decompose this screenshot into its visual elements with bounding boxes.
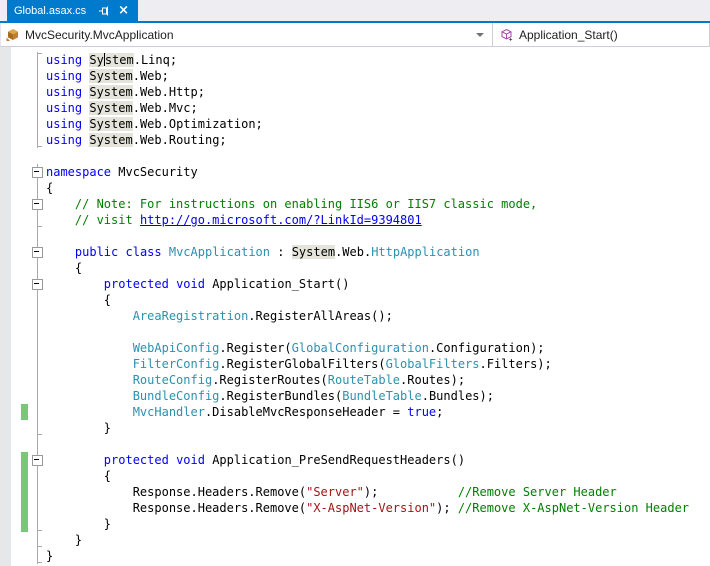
code-line: BundleConfig.RegisterBundles(BundleTable… [0,388,710,404]
member-dropdown[interactable]: Application_Start() [493,23,709,46]
pin-icon[interactable] [98,5,110,17]
code-line: { [0,260,710,276]
code-line: // visit http://go.microsoft.com/?LinkId… [0,212,710,228]
close-icon[interactable]: × [118,4,129,17]
code-line: { [0,180,710,196]
code-line: } [0,532,710,548]
code-line: } [0,420,710,436]
collapse-box[interactable] [32,279,43,290]
type-dropdown[interactable]: MvcSecurity.MvcApplication [1,23,492,46]
member-dropdown-value: Application_Start() [519,27,618,42]
change-tracking-bar [21,484,28,500]
code-lines: using System.Linq; using System.Web; using… [0,52,710,564]
navigation-bar: MvcSecurity.MvcApplication Application_S… [0,23,710,47]
change-tracking-bar [21,516,28,532]
code-line: WebApiConfig.Register(GlobalConfiguratio… [0,340,710,356]
class-icon [6,28,20,42]
collapse-box[interactable] [32,199,43,210]
code-line [0,228,710,244]
code-line: // Note: For instructions on enabling II… [0,196,710,212]
collapse-box[interactable] [32,167,43,178]
code-line: MvcHandler.DisableMvcResponseHeader = tr… [0,404,710,420]
code-line: protected void Application_Start() [0,276,710,292]
code-line [0,324,710,340]
tab-title: Global.asax.cs [14,4,87,17]
code-line: using System.Web.Mvc; [0,100,710,116]
code-line: } [0,516,710,532]
code-line: FilterConfig.RegisterGlobalFilters(Globa… [0,356,710,372]
code-line: using System.Web.Optimization; [0,116,710,132]
editor-window: Global.asax.cs × MvcSecurity.MvcApplicat… [0,0,710,566]
change-tracking-bar [21,500,28,516]
tab-global-asax[interactable]: Global.asax.cs × [7,0,139,21]
type-dropdown-value: MvcSecurity.MvcApplication [25,27,174,42]
code-line: using System.Linq; [0,52,710,68]
code-line: } [0,548,710,564]
code-line: { [0,468,710,484]
code-line: public class MvcApplication : System.Web… [0,244,710,260]
change-tracking-bar [21,404,28,420]
code-line: AreaRegistration.RegisterAllAreas(); [0,308,710,324]
change-tracking-bar [21,452,28,468]
code-line [0,436,710,452]
method-icon [500,28,514,42]
code-line: protected void Application_PreSendReques… [0,452,710,468]
code-line: namespace MvcSecurity [0,164,710,180]
code-line: Response.Headers.Remove("Server"); //Rem… [0,484,710,500]
code-line: RouteConfig.RegisterRoutes(RouteTable.Ro… [0,372,710,388]
change-tracking-bar [21,468,28,484]
code-line: Response.Headers.Remove("X-AspNet-Versio… [0,500,710,516]
collapse-box[interactable] [32,247,43,258]
code-editor[interactable]: using System.Linq; using System.Web; using… [0,47,710,566]
tab-strip: Global.asax.cs × [0,0,710,23]
collapse-box[interactable] [32,455,43,466]
code-line: { [0,292,710,308]
code-line: using System.Web.Http; [0,84,710,100]
code-line: using System.Web; [0,68,710,84]
code-line: using System.Web.Routing; [0,132,710,148]
chevron-down-icon[interactable] [476,32,484,37]
